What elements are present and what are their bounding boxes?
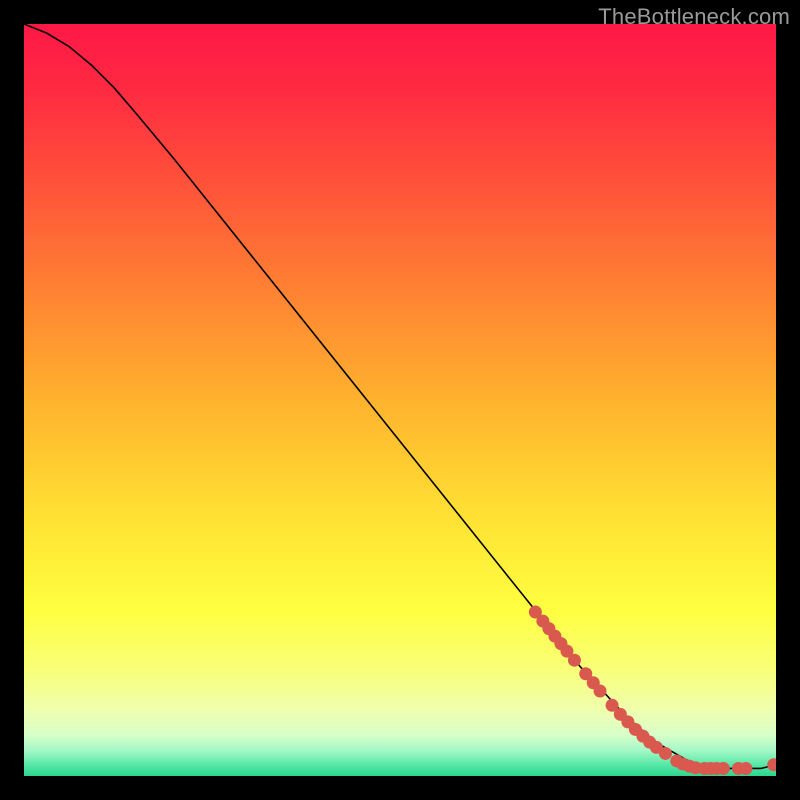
plot-background: [24, 24, 776, 776]
chart-stage: TheBottleneck.com: [0, 0, 800, 800]
data-point: [717, 762, 730, 775]
data-point: [568, 654, 581, 667]
data-point: [739, 762, 752, 775]
data-point: [659, 747, 672, 760]
chart-svg: [24, 24, 776, 776]
watermark: TheBottleneck.com: [598, 4, 790, 30]
data-point: [594, 685, 607, 698]
